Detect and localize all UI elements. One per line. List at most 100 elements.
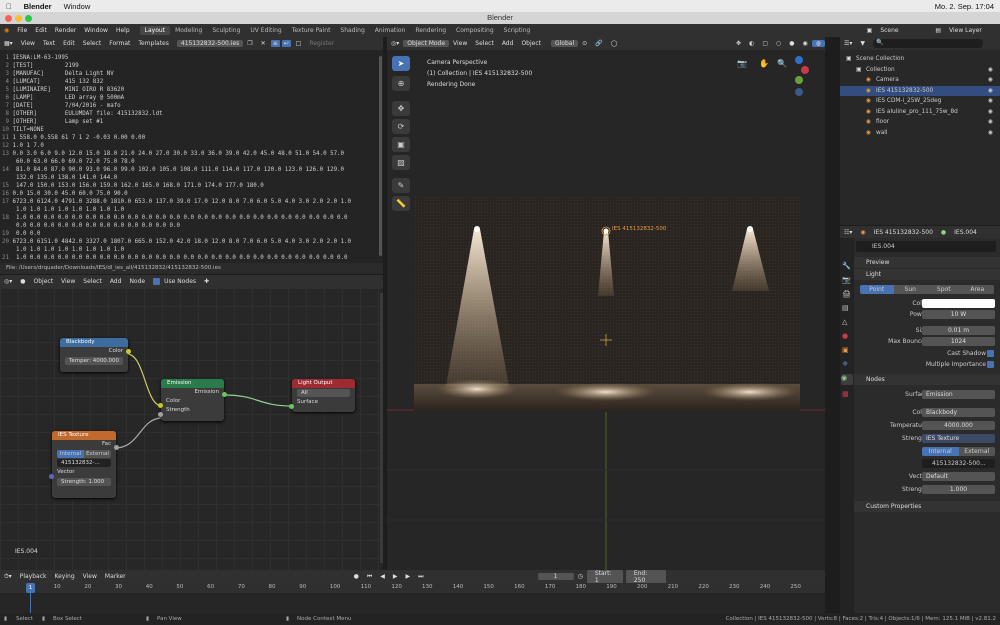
- text-line[interactable]: 14 81.0 84.0 87.0 90.0 93.0 96.0 99.0 10…: [2, 166, 381, 174]
- power-field[interactable]: 10 W: [922, 310, 995, 319]
- light-data-tab-icon[interactable]: ◉: [841, 374, 853, 385]
- viewport-editor-type-icon[interactable]: ◎▾: [387, 40, 403, 47]
- timeline-menu-playback[interactable]: Playback: [16, 573, 51, 580]
- props-ies-external-button[interactable]: External: [958, 447, 995, 456]
- record-icon[interactable]: ●: [350, 573, 363, 580]
- text-menu-format[interactable]: Format: [105, 40, 134, 47]
- bounces-field[interactable]: 1024: [922, 337, 995, 346]
- node-editor-canvas[interactable]: Blackbody Color Temper: 4000.000 Emissio…: [0, 288, 383, 570]
- tab-uv-editing[interactable]: UV Editing: [245, 26, 286, 35]
- tab-layout[interactable]: Layout: [139, 26, 171, 35]
- light-type-spot[interactable]: Spot: [927, 285, 961, 294]
- text-line[interactable]: 0.0 0.0 0.0 0.0 0.0 0.0 0.0 0.0 0.0 0.0 …: [2, 222, 381, 230]
- outliner-type-icon[interactable]: ☰▾: [840, 40, 856, 47]
- view-layer-selector[interactable]: View Layer: [945, 27, 1000, 34]
- visibility-eye-icon[interactable]: ◉: [988, 128, 993, 138]
- visibility-eye-icon[interactable]: ◉: [988, 96, 993, 106]
- text-line[interactable]: 7 [DATE] 7/04/2016 - mafo: [2, 102, 381, 110]
- size-field[interactable]: 0.01 m: [922, 326, 995, 335]
- strength-field[interactable]: 1.000: [922, 485, 995, 494]
- start-frame-field[interactable]: Start: 1: [586, 569, 623, 584]
- end-frame-field[interactable]: End: 250: [625, 569, 666, 584]
- outliner-item[interactable]: ▣ Collection ◉: [840, 65, 1000, 75]
- jump-start-icon[interactable]: ⏮: [363, 573, 376, 581]
- app-menu[interactable]: Blender: [18, 2, 58, 11]
- jump-end-icon[interactable]: ⏭: [414, 573, 427, 581]
- tab-texture-paint[interactable]: Texture Paint: [287, 26, 336, 35]
- text-line[interactable]: 3 [MANUFAC] Delta Light NV: [2, 70, 381, 78]
- text-line[interactable]: 15 147.0 150.0 153.0 156.0 159.0 162.0 1…: [2, 182, 381, 190]
- close-window-icon[interactable]: [5, 15, 12, 22]
- viewport-menu-view[interactable]: View: [449, 40, 471, 47]
- surface-field[interactable]: Emission: [922, 390, 995, 399]
- text-line[interactable]: 5 [LUMINAIRE] MINI OIRO R 83620: [2, 86, 381, 94]
- selected-light-label[interactable]: IES 415132832-500: [612, 226, 666, 232]
- node-menu-node[interactable]: Node: [125, 278, 149, 285]
- outliner-item[interactable]: ◉ IES CDM-i_25W_25deg ◉: [840, 96, 1000, 106]
- prev-keyframe-icon[interactable]: ◀: [376, 573, 389, 580]
- text-line[interactable]: 12 1.0 1 7.0: [2, 142, 381, 150]
- text-line[interactable]: 13 0.0 3.0 6.0 9.0 12.0 15.0 18.0 21.0 2…: [2, 150, 381, 158]
- text-menu-edit[interactable]: Edit: [59, 40, 79, 47]
- emission-color-socket[interactable]: [158, 403, 163, 408]
- text-line[interactable]: 9 [OTHER] Lamp set #1: [2, 118, 381, 126]
- outliner-search-input[interactable]: 🔍: [873, 39, 984, 48]
- ies-texture-node[interactable]: IES Texture Fac Internal External 415132…: [49, 431, 119, 498]
- text-file-selector[interactable]: 415132832-500.ies: [176, 40, 244, 47]
- light-type-area[interactable]: Area: [960, 285, 994, 294]
- light-output-surface-socket[interactable]: [289, 404, 294, 409]
- gizmo-toggle-icon[interactable]: ✥: [732, 40, 745, 47]
- light-datablock-selector[interactable]: IES.004: [856, 241, 996, 252]
- props-ies-internal-button[interactable]: Internal: [922, 447, 959, 456]
- text-line[interactable]: 17 6723.0 6124.0 4791.0 3288.0 1810.0 65…: [2, 198, 381, 206]
- nodes-section[interactable]: Nodes: [854, 374, 1000, 385]
- text-line[interactable]: 6 [LAMP] LED array @ 500mA: [2, 94, 381, 102]
- line-numbers-toggle-icon[interactable]: ≡: [270, 40, 280, 47]
- shading-material-icon[interactable]: ◉: [799, 40, 812, 47]
- text-line[interactable]: 132.0 135.0 138.0 141.0 144.0: [2, 174, 381, 182]
- text-editor-content[interactable]: 1 IESNA:LM-63-1995 2 [TEST] 2199 3 [MANU…: [0, 50, 383, 263]
- timeline-menu-keying[interactable]: Keying: [50, 573, 78, 580]
- outliner-item[interactable]: ◉ Camera ◉: [840, 75, 1000, 85]
- xray-icon[interactable]: ▢: [758, 40, 772, 47]
- text-line[interactable]: 16 0.0 15.0 30.0 45.0 60.0 75.0 90.0: [2, 190, 381, 198]
- light-type-point[interactable]: Point: [860, 285, 894, 294]
- color-swatch[interactable]: [922, 299, 995, 308]
- text-line[interactable]: 2 [TEST] 2199: [2, 62, 381, 70]
- outliner-item[interactable]: ◉ IES 415132832-500 ◉: [840, 85, 1000, 96]
- close-text-icon[interactable]: ✕: [257, 40, 270, 47]
- apple-icon[interactable]: : [0, 2, 18, 11]
- shading-solid-icon[interactable]: ●: [785, 40, 798, 47]
- text-line[interactable]: 4 [LUMCAT] 415 132 832: [2, 78, 381, 86]
- node-menu-add[interactable]: Add: [106, 278, 126, 285]
- shading-rendered-icon[interactable]: ◍: [811, 40, 825, 47]
- blackbody-node[interactable]: Blackbody Color Temper: 4000.000: [60, 338, 131, 372]
- vector-field[interactable]: Default: [922, 472, 995, 481]
- object-mode-selector[interactable]: Object Mode: [403, 40, 450, 47]
- text-line[interactable]: 8 [OTHER] EULUMDAT file: 415132832.ldt: [2, 110, 381, 118]
- text-menu-view[interactable]: View: [17, 40, 39, 47]
- blackbody-temperature-field[interactable]: Temper: 4000.000: [65, 357, 123, 365]
- overlay-toggle-icon[interactable]: ◐: [745, 40, 758, 47]
- node-scrollbar[interactable]: [380, 293, 383, 563]
- tool-tab-icon[interactable]: 🔧: [842, 262, 852, 272]
- light-section[interactable]: Light: [854, 269, 1000, 280]
- use-nodes-checkbox[interactable]: [153, 278, 161, 285]
- viewport-menu-add[interactable]: Add: [498, 40, 518, 47]
- timeline-type-icon[interactable]: ⏱▾: [0, 573, 16, 581]
- ies-internal-button[interactable]: Internal: [57, 450, 84, 458]
- text-menu-templates[interactable]: Templates: [134, 40, 173, 47]
- menu-file[interactable]: File: [13, 27, 31, 34]
- outliner-item[interactable]: ◉ floor ◉: [840, 117, 1000, 127]
- text-line[interactable]: 21 1.0 0.0 0.0 0.0 0.0 0.0 0.0 0.0 0.0 0…: [2, 254, 381, 262]
- text-line[interactable]: 11 1 558.0 0.558 61 7 1 2 -0.03 0.00 0.0…: [2, 134, 381, 142]
- timeline-menu-view[interactable]: View: [79, 573, 101, 580]
- light-output-target[interactable]: All: [297, 389, 350, 397]
- custom-properties-section[interactable]: Custom Properties: [854, 501, 1000, 512]
- color-node-field[interactable]: Blackbody: [922, 408, 995, 417]
- text-line[interactable]: 19 0.0 0.0: [2, 230, 381, 238]
- node-object-selector[interactable]: Object: [30, 278, 58, 285]
- blackbody-output-socket[interactable]: [126, 349, 131, 354]
- text-line[interactable]: 18 1.0 0.0 0.0 0.0 0.0 0.0 0.0 0.0 0.0 0…: [2, 214, 381, 222]
- shading-wireframe-icon[interactable]: ○: [772, 40, 785, 47]
